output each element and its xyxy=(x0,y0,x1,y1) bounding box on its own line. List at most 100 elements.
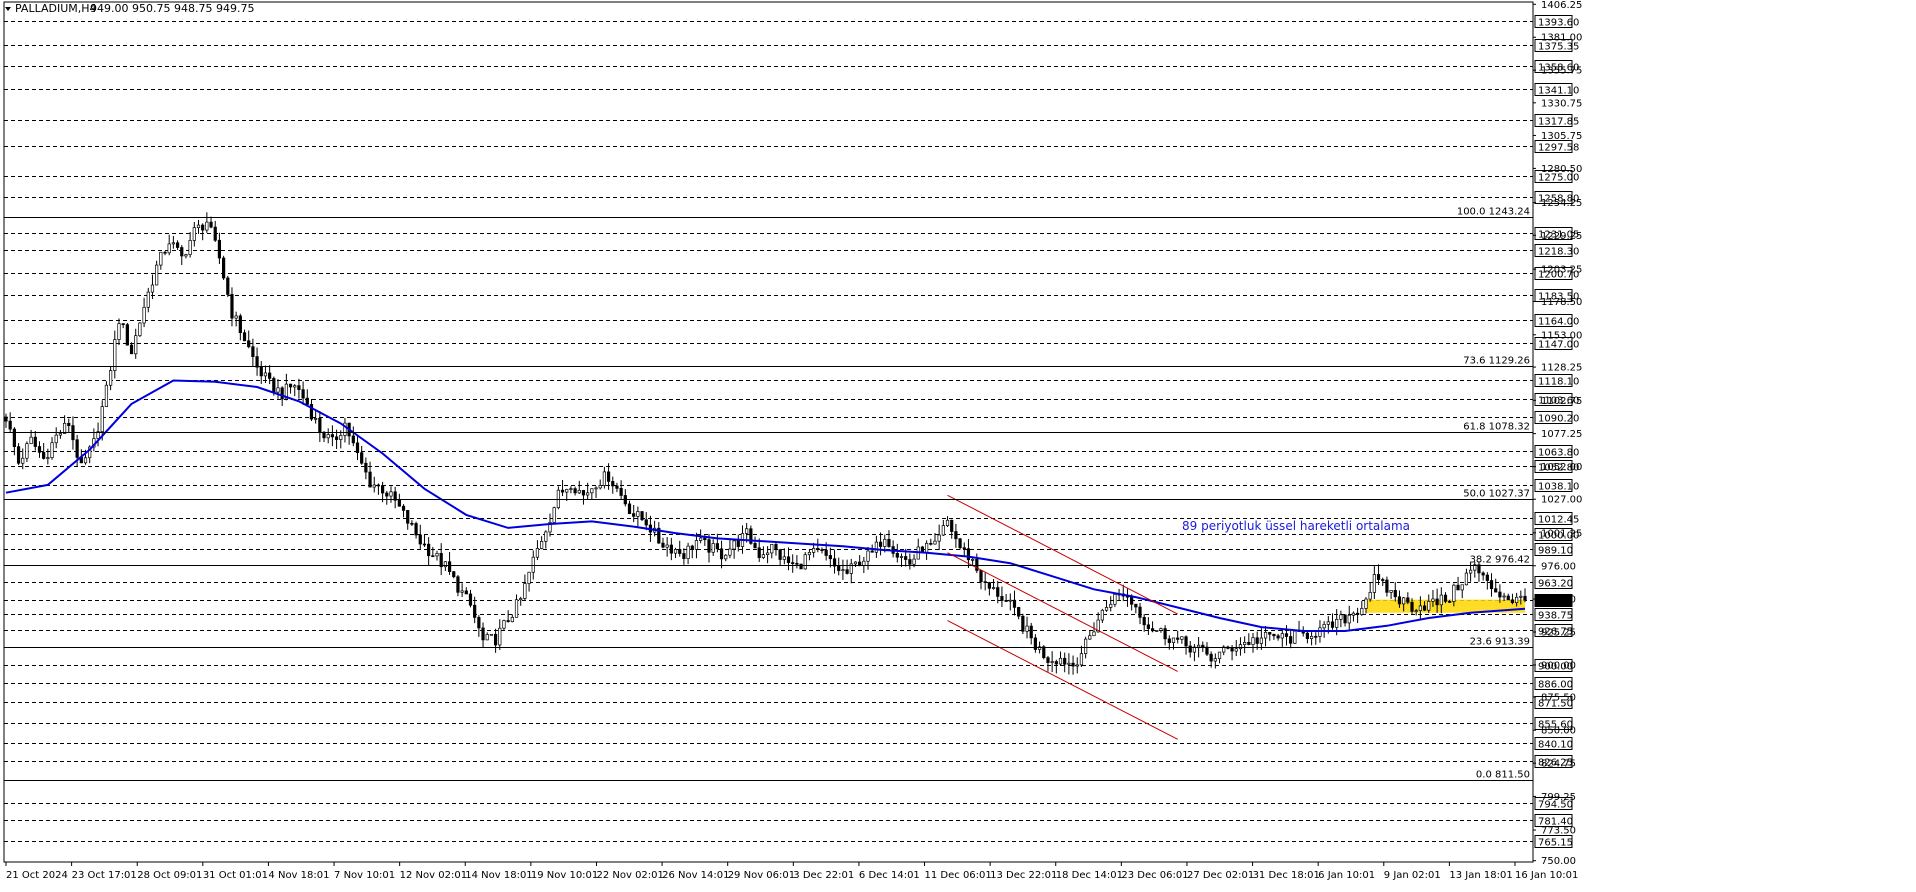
candle-body xyxy=(184,254,188,257)
x-tick-label: 16 Jan 10:01 xyxy=(1515,870,1578,881)
candle-body xyxy=(16,446,21,464)
candle-body xyxy=(21,457,25,464)
x-tick-label: 22 Nov 02:01 xyxy=(596,870,663,881)
candle-body xyxy=(736,540,740,547)
channel-line[interactable] xyxy=(947,494,1178,615)
y-tick-label: 1381.00 xyxy=(1541,33,1582,44)
x-tick-label: 6 Dec 14:01 xyxy=(859,870,920,881)
candle-body xyxy=(1456,584,1460,591)
level-price-label: 765.15 xyxy=(1538,838,1573,849)
candle-body xyxy=(1452,584,1456,602)
candle-body xyxy=(590,488,594,494)
x-tick-label: 3 Dec 22:01 xyxy=(793,870,854,881)
candle-body xyxy=(1515,596,1519,604)
candle-body xyxy=(753,543,757,549)
level-price-label: 1063.80 xyxy=(1538,448,1579,459)
candle-body xyxy=(519,598,523,601)
candle-body xyxy=(305,397,309,405)
candles-layer xyxy=(4,212,1527,675)
price-axis-layer: 1393.601375.351358.601341.101317.851297.… xyxy=(1533,0,1582,867)
y-tick-label: 1077.25 xyxy=(1541,429,1582,440)
candle-body xyxy=(535,548,540,558)
candle-body xyxy=(606,471,611,482)
candle-body xyxy=(1468,569,1473,574)
candle-body xyxy=(192,227,196,241)
candle-body xyxy=(1017,607,1021,617)
candle-body xyxy=(586,492,590,496)
candle-body xyxy=(627,503,632,514)
candle-body xyxy=(276,387,280,393)
candle-body xyxy=(431,555,435,558)
candle-body xyxy=(100,406,104,433)
x-tick-label: 6 Jan 10:01 xyxy=(1318,870,1375,881)
candle-body xyxy=(414,523,418,536)
ema-89-line[interactable] xyxy=(5,379,1526,632)
collapse-triangle-icon[interactable] xyxy=(5,7,11,11)
candle-body xyxy=(828,555,832,560)
candle-body xyxy=(1381,579,1385,581)
candle-body xyxy=(234,315,238,319)
chart-root[interactable]: 100.0 1243.24 73.6 1129.26 61.8 1078.32 50.… xyxy=(0,0,1916,888)
candle-body xyxy=(1519,595,1523,598)
candle-body xyxy=(1393,590,1397,598)
candle-body xyxy=(632,513,636,517)
candle-body xyxy=(791,562,795,564)
chart-header: PALLADIUM,H4 949.00 950.75 948.75 949.75 xyxy=(5,2,254,15)
candle-body xyxy=(368,471,372,488)
candle-body xyxy=(878,541,883,547)
candle-body xyxy=(1364,598,1368,609)
candle-body xyxy=(1163,628,1167,640)
candle-body xyxy=(544,531,548,542)
candle-body xyxy=(171,242,175,245)
candle-body xyxy=(1431,598,1435,602)
candle-body xyxy=(117,323,121,340)
y-tick-label: 773.50 xyxy=(1541,826,1576,837)
candle-body xyxy=(163,251,167,254)
channel-line[interactable] xyxy=(947,620,1178,740)
candle-body xyxy=(1042,646,1046,659)
symbol-label: PALLADIUM,H4 xyxy=(15,2,97,15)
candle-body xyxy=(866,550,870,562)
candle-body xyxy=(1280,633,1284,639)
candle-body xyxy=(1171,637,1176,644)
price-chart[interactable]: 100.0 1243.24 73.6 1129.26 61.8 1078.32 50.… xyxy=(0,0,1916,888)
candle-body xyxy=(54,434,58,444)
candle-body xyxy=(1109,603,1113,608)
candle-body xyxy=(786,556,791,563)
candle-body xyxy=(1410,601,1414,612)
candle-body xyxy=(364,462,368,473)
candle-body xyxy=(468,593,473,606)
candle-body xyxy=(782,556,786,560)
level-price-label: 989.10 xyxy=(1538,546,1573,557)
candle-body xyxy=(774,544,778,551)
candle-body xyxy=(50,442,54,458)
time-axis-layer: 21 Oct 2024 23 Oct 17:01 28 Oct 09:01 31 Oc… xyxy=(5,862,1578,881)
candle-body xyxy=(301,389,305,399)
candle-body xyxy=(452,571,456,578)
candle-body xyxy=(669,544,673,554)
candle-body xyxy=(42,452,46,459)
candle-body xyxy=(1448,601,1452,603)
candle-body xyxy=(376,484,381,487)
channel-line[interactable] xyxy=(947,552,1178,672)
candle-body xyxy=(175,242,180,248)
candle-body xyxy=(247,340,251,348)
candle-body xyxy=(1196,644,1201,648)
candle-body xyxy=(406,510,410,524)
candle-body xyxy=(1201,644,1205,648)
candle-body xyxy=(950,519,954,532)
candle-body xyxy=(962,547,966,550)
candle-body xyxy=(1084,638,1088,654)
level-price-label: 1393.60 xyxy=(1538,18,1579,29)
candle-body xyxy=(732,540,736,550)
candle-body xyxy=(255,356,259,368)
candle-body xyxy=(138,322,142,337)
y-tick-label: 900.00 xyxy=(1541,660,1576,671)
candle-body xyxy=(966,548,971,561)
candle-body xyxy=(694,540,699,550)
candle-body xyxy=(142,306,146,324)
candle-body xyxy=(297,385,301,390)
candle-body xyxy=(226,277,230,295)
candle-body xyxy=(711,543,715,553)
candle-body xyxy=(1176,637,1180,640)
